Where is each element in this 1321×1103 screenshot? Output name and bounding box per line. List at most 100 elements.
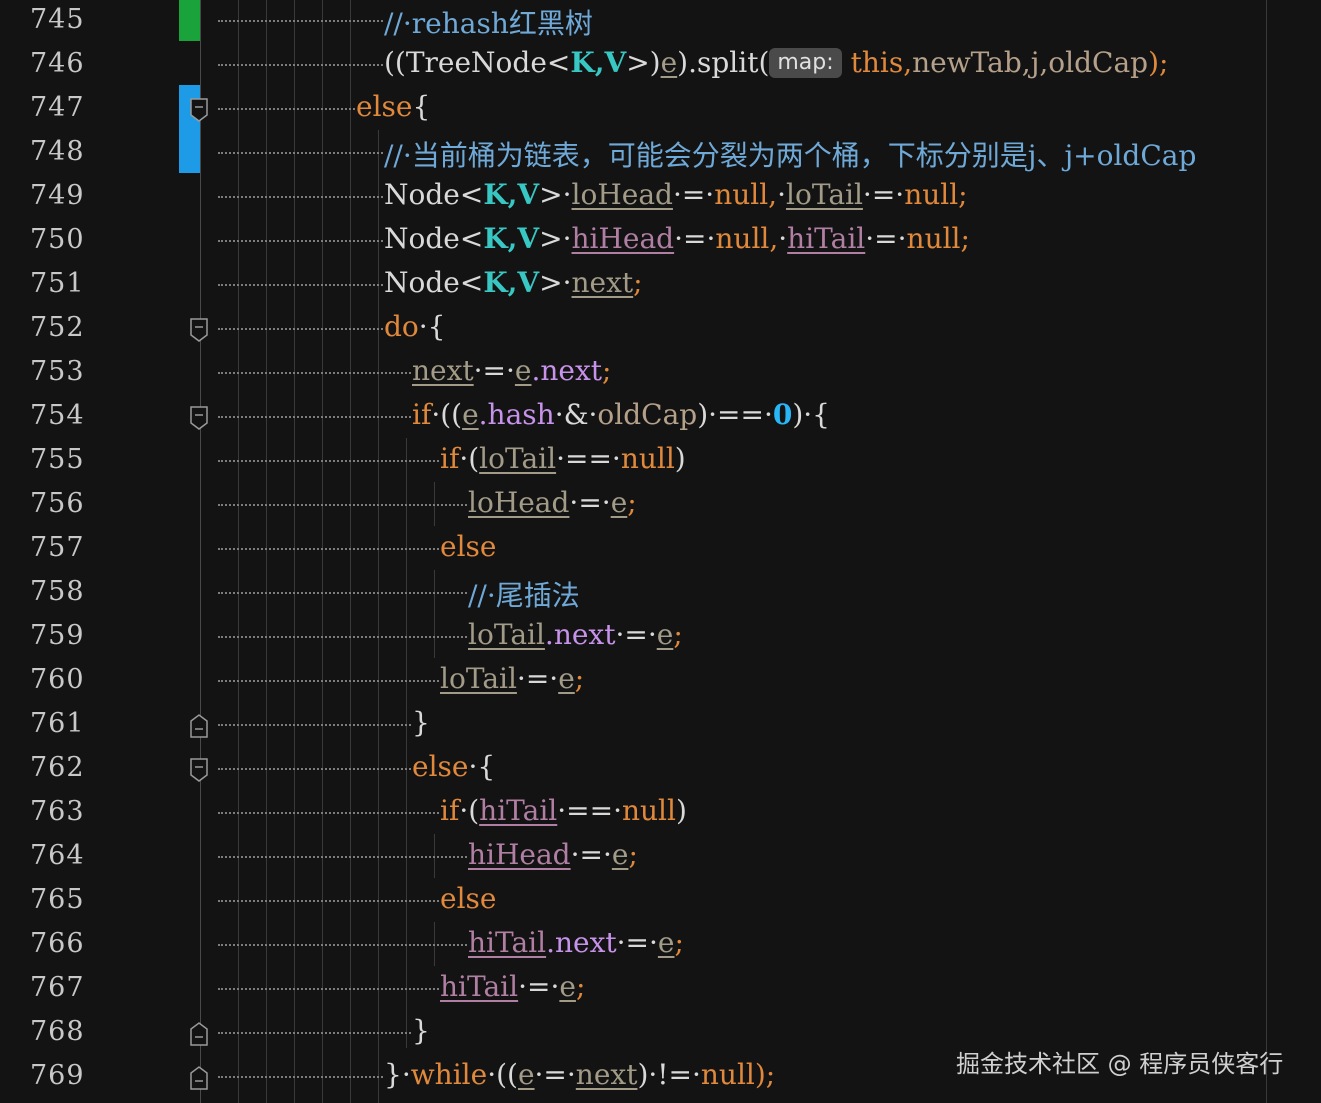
local-var: loTail xyxy=(440,662,517,695)
whitespace-dots xyxy=(218,460,439,462)
code-text: if·(hiTail·==·null) xyxy=(440,794,687,827)
token: ·==· xyxy=(556,442,621,475)
whitespace-dots xyxy=(218,548,439,550)
code-text: //·尾插法 xyxy=(468,574,580,614)
line-number: 748 xyxy=(30,136,85,167)
fold-collapse-icon[interactable] xyxy=(190,758,208,782)
code-line: 765 else xyxy=(0,880,1321,924)
whitespace-dots xyxy=(218,1076,383,1078)
token: ·=· xyxy=(672,178,715,211)
code-line: 747 else{ xyxy=(0,88,1321,132)
field: .hash xyxy=(478,398,555,431)
token: ·==· xyxy=(557,794,622,827)
code-line: 761 } xyxy=(0,704,1321,748)
local-var: e xyxy=(657,926,675,959)
fold-collapse-icon[interactable] xyxy=(190,98,208,122)
local-var: e xyxy=(660,46,678,79)
comment: //·尾插法 xyxy=(468,579,580,612)
fold-end-icon[interactable] xyxy=(190,714,208,738)
token: · xyxy=(778,222,788,255)
local-var: loTail xyxy=(479,442,557,475)
code-text: if·((e.hash·&·oldCap)·==·0)·{ xyxy=(412,398,830,431)
code-text: hiHead·=·e; xyxy=(468,838,638,871)
whitespace-dots xyxy=(218,64,383,66)
fold-collapse-icon[interactable] xyxy=(190,406,208,430)
code-text: loHead·=·e; xyxy=(468,486,637,519)
whitespace-dots xyxy=(218,988,439,990)
code-text: else xyxy=(440,530,496,563)
line-number: 751 xyxy=(30,268,85,299)
local-var: e xyxy=(517,1058,535,1091)
type-param: V xyxy=(517,178,540,211)
code-line: 746 ((TreeNode<K,V>)e).split(map: this,n… xyxy=(0,44,1321,88)
token: }· xyxy=(384,1058,411,1091)
local-var: hiTail xyxy=(787,222,866,255)
whitespace-dots xyxy=(218,592,467,594)
code-text: ((TreeNode<K,V>)e).split(map: this,newTa… xyxy=(384,46,1168,79)
token: ·=· xyxy=(569,486,611,519)
token: Node< xyxy=(384,266,484,299)
code-text: hiTail·=·e; xyxy=(440,970,585,1003)
type-param: V xyxy=(517,266,540,299)
fold-collapse-icon[interactable] xyxy=(190,318,208,342)
keyword: if xyxy=(412,398,432,431)
code-text: loTail·=·e; xyxy=(440,662,584,695)
local-var: loHead xyxy=(468,486,570,519)
watermark: 掘金技术社区 @ 程序员侠客行 xyxy=(956,1050,1284,1078)
code-line: 758 //·尾插法 xyxy=(0,572,1321,616)
field: .next xyxy=(546,926,617,959)
token: , xyxy=(507,178,518,211)
whitespace-dots xyxy=(218,812,439,814)
fold-end-icon[interactable] xyxy=(190,1022,208,1046)
code-line: 767 hiTail·=·e; xyxy=(0,968,1321,1012)
whitespace-dots xyxy=(218,768,411,770)
token: ; xyxy=(674,926,684,959)
line-number: 765 xyxy=(30,884,85,915)
local-var: next xyxy=(571,266,634,299)
code-line: 759 loTail.next·=·e; xyxy=(0,616,1321,660)
code-line: 754 if·((e.hash·&·oldCap)·==·0)·{ xyxy=(0,396,1321,440)
keyword: else xyxy=(356,90,413,123)
local-var: loTail xyxy=(468,618,545,651)
token: ·( xyxy=(459,794,480,827)
keyword: while xyxy=(410,1058,488,1091)
code-text: if·(loTail·==·null) xyxy=(440,442,686,475)
token: ·=· xyxy=(674,222,716,255)
token: ·{ xyxy=(468,750,496,783)
code-editor[interactable]: 745 //·rehash红黑树 746 ((TreeNode<K,V>)e).… xyxy=(0,0,1321,1103)
line-number: 752 xyxy=(30,312,85,343)
token: } xyxy=(412,1014,430,1047)
whitespace-dots xyxy=(218,284,383,286)
line-number: 762 xyxy=(30,752,85,783)
token: )·==· xyxy=(697,398,773,431)
token: >) xyxy=(626,46,661,79)
local-var: next xyxy=(575,1058,638,1091)
token: ·&· xyxy=(554,398,598,431)
param: oldCap xyxy=(597,398,698,431)
token: ·=· xyxy=(516,662,559,695)
token: ·{ xyxy=(418,310,446,343)
comment: //·rehash红黑树 xyxy=(384,7,593,40)
code-line: 753 next·=·e.next; xyxy=(0,352,1321,396)
local-var: e xyxy=(610,486,628,519)
keyword: null xyxy=(700,1058,755,1091)
code-line: 745 //·rehash红黑树 xyxy=(0,0,1321,44)
local-var: e xyxy=(514,354,532,387)
whitespace-dots xyxy=(218,504,467,506)
parameter-hint: map: xyxy=(769,48,842,78)
code-text: //·当前桶为链表，可能会分裂为两个桶，下标分别是j、j+oldCap xyxy=(384,134,1196,174)
param: oldCap xyxy=(1048,46,1149,79)
token: ); xyxy=(754,1058,776,1091)
local-var: e xyxy=(559,970,576,1003)
line-number: 746 xyxy=(30,48,85,79)
local-var: e xyxy=(558,662,575,695)
token: ·(( xyxy=(431,398,463,431)
whitespace-dots xyxy=(218,856,467,858)
whitespace-dots xyxy=(218,636,467,638)
fold-end-icon[interactable] xyxy=(190,1066,208,1090)
code-line: 757 else xyxy=(0,528,1321,572)
whitespace-dots xyxy=(218,108,355,110)
line-number: 747 xyxy=(30,92,85,123)
token: ((TreeNode< xyxy=(384,46,571,79)
param: newTab, xyxy=(912,46,1031,79)
